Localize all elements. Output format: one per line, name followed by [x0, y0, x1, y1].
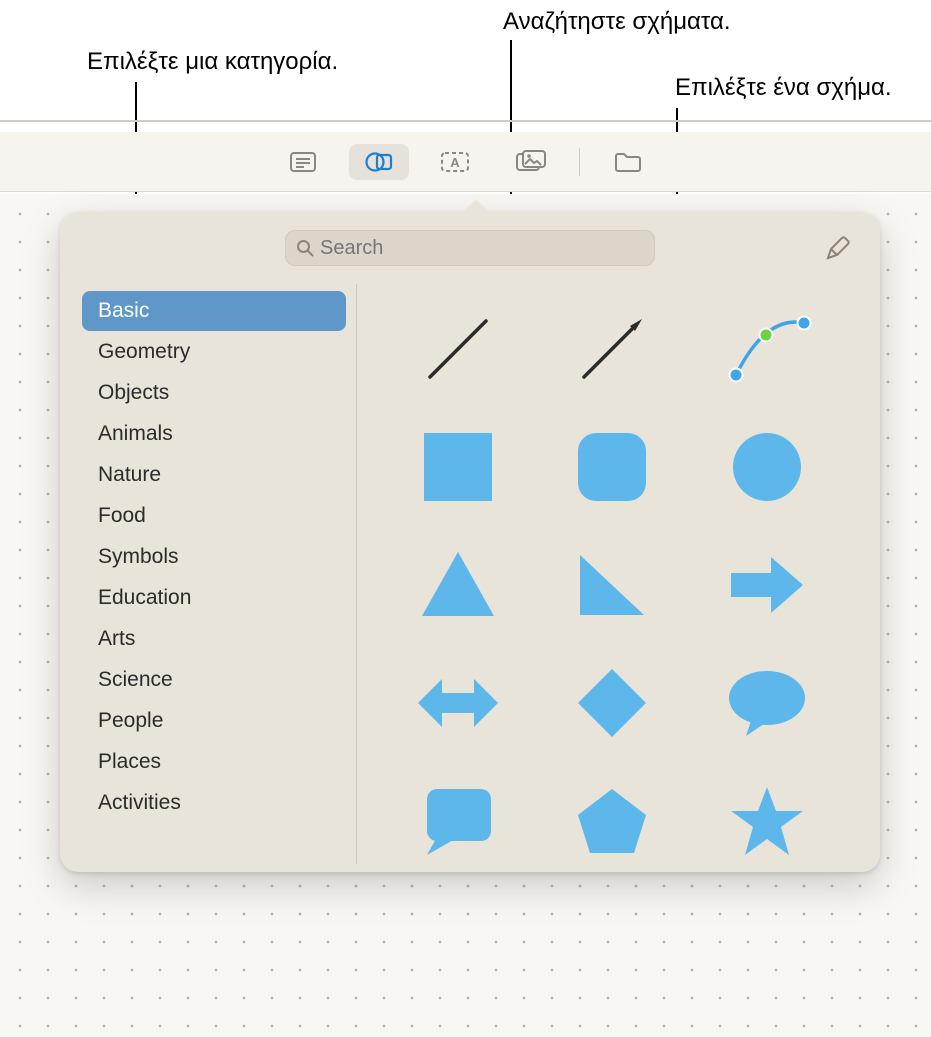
shape-curve-editable[interactable] — [717, 299, 817, 399]
folder-icon — [614, 151, 642, 173]
shapes-tool-button[interactable] — [349, 144, 409, 180]
category-basic[interactable]: Basic — [82, 291, 346, 331]
shape-diamond[interactable] — [562, 653, 662, 753]
shape-arrow-right[interactable] — [717, 535, 817, 635]
list-icon — [290, 152, 316, 172]
category-education[interactable]: Education — [82, 578, 346, 618]
shape-grid — [381, 294, 844, 864]
popover-body: Basic Geometry Objects Animals Nature Fo… — [72, 284, 868, 864]
category-science[interactable]: Science — [82, 660, 346, 700]
textbox-icon: A — [440, 151, 470, 173]
category-activities[interactable]: Activities — [82, 783, 346, 823]
shapes-icon — [364, 149, 394, 175]
media-tool-button[interactable] — [501, 144, 561, 180]
pen-icon — [824, 236, 850, 262]
shape-square[interactable] — [408, 417, 508, 517]
category-geometry[interactable]: Geometry — [82, 332, 346, 372]
shape-rounded-square[interactable] — [562, 417, 662, 517]
category-people[interactable]: People — [82, 701, 346, 741]
toolbar: A — [0, 132, 931, 192]
shape-arrow-leftright[interactable] — [408, 653, 508, 753]
category-nature[interactable]: Nature — [82, 455, 346, 495]
callout-select-category: Επιλέξτε μια κατηγορία. — [87, 46, 338, 78]
category-food[interactable]: Food — [82, 496, 346, 536]
media-icon — [515, 150, 547, 174]
folder-tool-button[interactable] — [598, 144, 658, 180]
svg-text:A: A — [450, 155, 460, 170]
window-divider — [0, 120, 931, 122]
shape-circle[interactable] — [717, 417, 817, 517]
shape-pentagon[interactable] — [562, 771, 662, 864]
shape-line[interactable] — [408, 299, 508, 399]
draw-shape-button[interactable] — [820, 232, 854, 266]
category-animals[interactable]: Animals — [82, 414, 346, 454]
shape-star[interactable] — [717, 771, 817, 864]
shape-callout-box[interactable] — [408, 771, 508, 864]
callout-select-shape: Επιλέξτε ένα σχήμα. — [675, 72, 892, 104]
shape-triangle[interactable] — [408, 535, 508, 635]
category-places[interactable]: Places — [82, 742, 346, 782]
shape-speech-bubble[interactable] — [717, 653, 817, 753]
shape-right-triangle[interactable] — [562, 535, 662, 635]
shape-arrow-line[interactable] — [562, 299, 662, 399]
callout-search-shapes: Αναζήτηστε σχήματα. — [503, 6, 731, 38]
category-sidebar: Basic Geometry Objects Animals Nature Fo… — [72, 284, 357, 864]
search-icon — [296, 239, 314, 257]
category-symbols[interactable]: Symbols — [82, 537, 346, 577]
shapes-pane[interactable] — [357, 284, 868, 864]
search-input[interactable] — [320, 237, 644, 260]
search-box[interactable] — [285, 230, 655, 266]
search-row — [60, 226, 880, 270]
shapes-popover: Basic Geometry Objects Animals Nature Fo… — [60, 212, 880, 872]
list-tool-button[interactable] — [273, 144, 333, 180]
toolbar-separator — [579, 148, 580, 176]
category-objects[interactable]: Objects — [82, 373, 346, 413]
category-arts[interactable]: Arts — [82, 619, 346, 659]
textbox-tool-button[interactable]: A — [425, 144, 485, 180]
